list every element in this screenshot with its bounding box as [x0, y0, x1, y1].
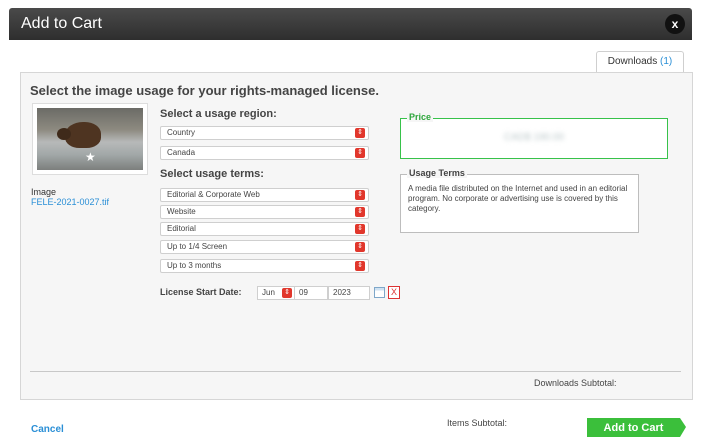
cancel-link[interactable]: Cancel	[31, 424, 64, 435]
usage-terms-legend: Usage Terms	[407, 168, 467, 178]
usage-terms-box: Usage Terms A media file distributed on …	[400, 168, 639, 233]
tab-downloads-label: Downloads	[607, 56, 658, 67]
select-arrow-icon: ⇕	[355, 224, 365, 234]
terms-select-5-value: Up to 3 months	[167, 261, 222, 270]
region-select-2[interactable]: Canada ⇕	[160, 146, 369, 160]
terms-select-1-value: Editorial & Corporate Web	[167, 190, 260, 199]
terms-select-2[interactable]: Website ⇕	[160, 205, 369, 219]
license-date-label: License Start Date:	[160, 287, 242, 297]
select-arrow-icon: ⇕	[355, 242, 365, 252]
image-thumbnail[interactable]: ★	[32, 103, 148, 175]
select-arrow-icon: ⇕	[355, 261, 365, 271]
price-legend: Price	[407, 112, 434, 122]
month-value: Jun	[262, 288, 275, 297]
tab-downloads-count: (1)	[660, 56, 673, 67]
terms-select-2-value: Website	[167, 207, 196, 216]
year-value: 2023	[333, 288, 351, 297]
dialog-titlebar: Add to Cart x	[9, 8, 692, 40]
clear-date-icon[interactable]: X	[388, 286, 400, 299]
region-select-1-value: Country	[167, 128, 196, 137]
year-input[interactable]: 2023	[328, 286, 370, 300]
price-box: Price CAD$ 190.00	[400, 112, 668, 159]
divider	[30, 371, 681, 372]
image-label: Image	[31, 187, 57, 197]
terms-select-1[interactable]: Editorial & Corporate Web ⇕	[160, 188, 369, 202]
bear-head	[57, 128, 71, 140]
downloads-subtotal-label: Downloads Subtotal:	[534, 378, 617, 388]
items-subtotal-label: Items Subtotal:	[447, 418, 508, 428]
region-select-1[interactable]: Country ⇕	[160, 126, 369, 140]
terms-select-4[interactable]: Up to 1/4 Screen ⇕	[160, 240, 369, 254]
image-filename-link[interactable]: FELE-2021-0027.tif	[31, 197, 109, 207]
calendar-icon[interactable]	[374, 287, 385, 298]
close-icon[interactable]: x	[665, 14, 685, 34]
terms-label: Select usage terms:	[160, 168, 264, 180]
day-input[interactable]: 09	[294, 286, 328, 300]
terms-select-3-value: Editorial	[167, 224, 196, 233]
day-value: 09	[299, 288, 308, 297]
add-to-cart-button[interactable]: Add to Cart	[587, 418, 686, 437]
terms-select-5[interactable]: Up to 3 months ⇕	[160, 259, 369, 273]
region-select-2-value: Canada	[167, 148, 196, 157]
price-value: CAD$ 190.00	[503, 132, 565, 143]
select-arrow-icon: ⇕	[355, 148, 365, 158]
month-select[interactable]: Jun ⇕	[257, 286, 295, 300]
tab-downloads[interactable]: Downloads (1)	[596, 51, 684, 73]
usage-terms-text: A media file distributed on the Internet…	[408, 184, 628, 213]
terms-select-4-value: Up to 1/4 Screen	[167, 242, 228, 251]
select-arrow-icon: ⇕	[282, 288, 292, 298]
bear-photo: ★	[37, 108, 143, 170]
terms-select-3[interactable]: Editorial ⇕	[160, 222, 369, 236]
star-icon: ★	[85, 150, 96, 164]
select-arrow-icon: ⇕	[355, 190, 365, 200]
select-arrow-icon: ⇕	[355, 207, 365, 217]
dialog-title: Add to Cart	[21, 15, 102, 32]
page-heading: Select the image usage for your rights-m…	[30, 83, 379, 98]
select-arrow-icon: ⇕	[355, 128, 365, 138]
region-label: Select a usage region:	[160, 108, 277, 120]
